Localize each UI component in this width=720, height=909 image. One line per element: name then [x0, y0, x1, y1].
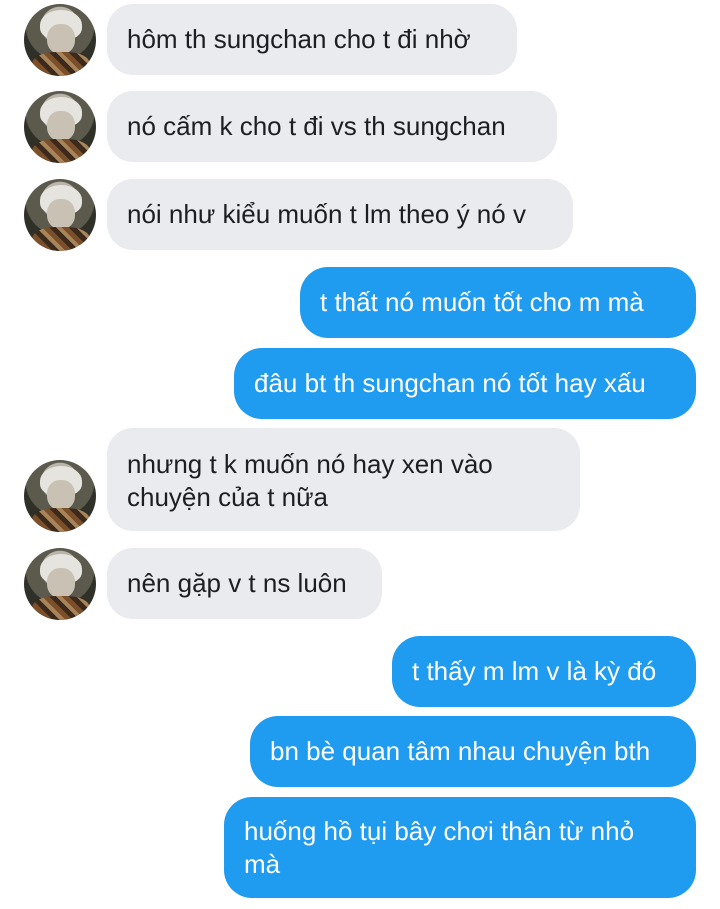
message-bubble-incoming[interactable]: nói như kiểu muốn t lm theo ý nó v: [107, 179, 573, 250]
chat-thread: hôm th sungchan cho t đi nhờ nó cấm k ch…: [0, 0, 720, 909]
avatar[interactable]: [24, 4, 96, 76]
message-text: nói như kiểu muốn t lm theo ý nó v: [127, 199, 526, 229]
message-bubble-incoming[interactable]: hôm th sungchan cho t đi nhờ: [107, 4, 517, 75]
message-text: hôm th sungchan cho t đi nhờ: [127, 24, 471, 54]
message-bubble-outgoing[interactable]: bn bè quan tâm nhau chuyện bth: [250, 716, 696, 787]
message-text: đâu bt th sungchan nó tốt hay xấu: [254, 368, 646, 398]
message-text: t thấy m lm v là kỳ đó: [412, 656, 657, 686]
message-bubble-outgoing[interactable]: huống hồ tụi bây chơi thân từ nhỏ mà: [224, 797, 696, 898]
message-text: nó cấm k cho t đi vs th sungchan: [127, 111, 506, 141]
avatar[interactable]: [24, 179, 96, 251]
message-bubble-incoming[interactable]: nên gặp v t ns luôn: [107, 548, 382, 619]
message-text: nên gặp v t ns luôn: [127, 568, 347, 598]
avatar[interactable]: [24, 460, 96, 532]
message-bubble-outgoing[interactable]: t thất nó muốn tốt cho m mà: [300, 267, 696, 338]
message-bubble-outgoing[interactable]: t thấy m lm v là kỳ đó: [392, 636, 696, 707]
avatar[interactable]: [24, 548, 96, 620]
message-text: t thất nó muốn tốt cho m mà: [320, 287, 644, 317]
avatar[interactable]: [24, 91, 96, 163]
message-text: huống hồ tụi bây chơi thân từ nhỏ mà: [244, 816, 635, 879]
message-bubble-outgoing[interactable]: đâu bt th sungchan nó tốt hay xấu: [234, 348, 696, 419]
message-text: bn bè quan tâm nhau chuyện bth: [270, 736, 651, 766]
message-bubble-incoming[interactable]: nhưng t k muốn nó hay xen vào chuyện của…: [107, 428, 580, 531]
message-text: nhưng t k muốn nó hay xen vào chuyện của…: [127, 449, 493, 512]
message-bubble-incoming[interactable]: nó cấm k cho t đi vs th sungchan: [107, 91, 557, 162]
